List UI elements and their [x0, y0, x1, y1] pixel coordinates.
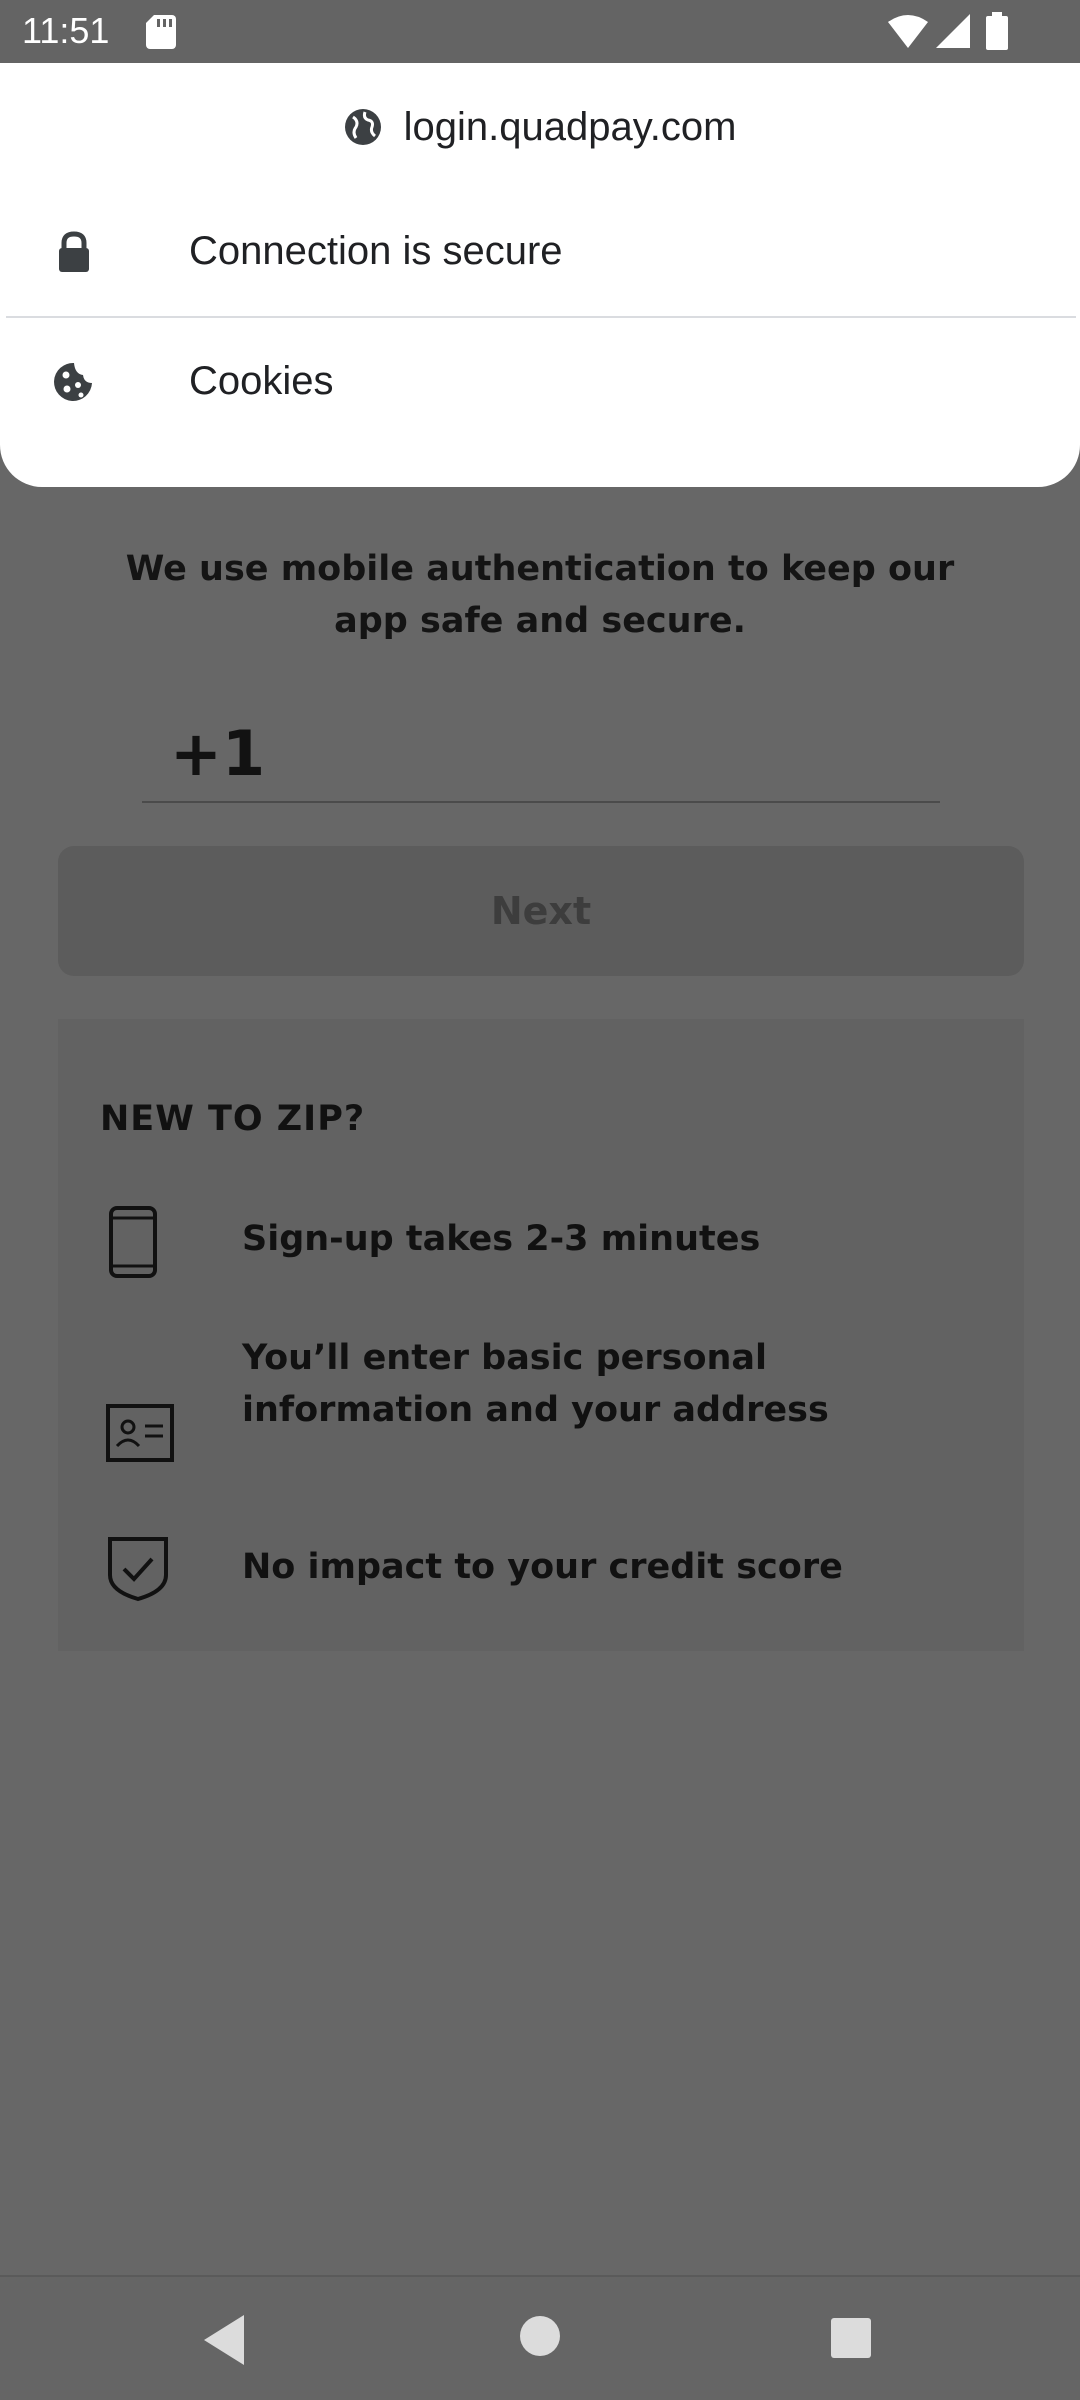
phone-country-code[interactable]: +1 — [170, 717, 265, 790]
wifi-icon — [888, 15, 928, 48]
cookies-label: Cookies — [189, 359, 334, 403]
cookie-icon — [54, 362, 92, 401]
page-info-popup: login.quadpay.com Connection is secure C… — [0, 63, 1080, 487]
back-icon[interactable] — [200, 2313, 248, 2367]
recents-icon[interactable] — [830, 2317, 872, 2359]
signal-icon — [936, 14, 970, 48]
next-button[interactable]: Next — [58, 846, 1024, 976]
status-bar: 11:51 — [0, 0, 1080, 63]
new-to-zip-heading: NEW TO ZIP? — [100, 1099, 366, 1139]
feature-item: No impact to your credit score — [58, 1537, 1024, 1647]
id-card-icon — [106, 1404, 174, 1462]
feature-item: Sign-up takes 2-3 minutes — [58, 1199, 1024, 1289]
auth-description: We use mobile authentication to keep our… — [125, 549, 955, 641]
connection-secure-row[interactable]: Connection is secure — [0, 207, 1080, 297]
home-icon[interactable] — [519, 2315, 561, 2357]
lock-icon — [59, 231, 89, 272]
feature-text: You’ll enter basic personal information … — [242, 1338, 829, 1430]
phone-input-underline[interactable] — [142, 801, 940, 803]
status-time: 11:51 — [22, 10, 110, 51]
shield-check-icon — [108, 1537, 168, 1602]
popup-divider — [6, 316, 1076, 318]
new-to-zip-card: NEW TO ZIP? Sign-up takes 2-3 minutes Yo… — [58, 1019, 1024, 1651]
phone-icon — [109, 1206, 157, 1278]
feature-text: No impact to your credit score — [242, 1547, 843, 1587]
cookies-row[interactable]: Cookies — [0, 337, 1080, 427]
url-row: login.quadpay.com — [0, 93, 1080, 161]
globe-icon — [344, 109, 381, 145]
navigation-bar — [0, 2275, 1080, 2400]
feature-text: Sign-up takes 2-3 minutes — [242, 1219, 761, 1259]
url-text: login.quadpay.com — [403, 104, 737, 149]
sd-card-icon — [146, 15, 176, 49]
feature-item: You’ll enter basic personal information … — [58, 1338, 1024, 1514]
connection-secure-label: Connection is secure — [189, 229, 563, 273]
battery-icon — [986, 12, 1008, 50]
